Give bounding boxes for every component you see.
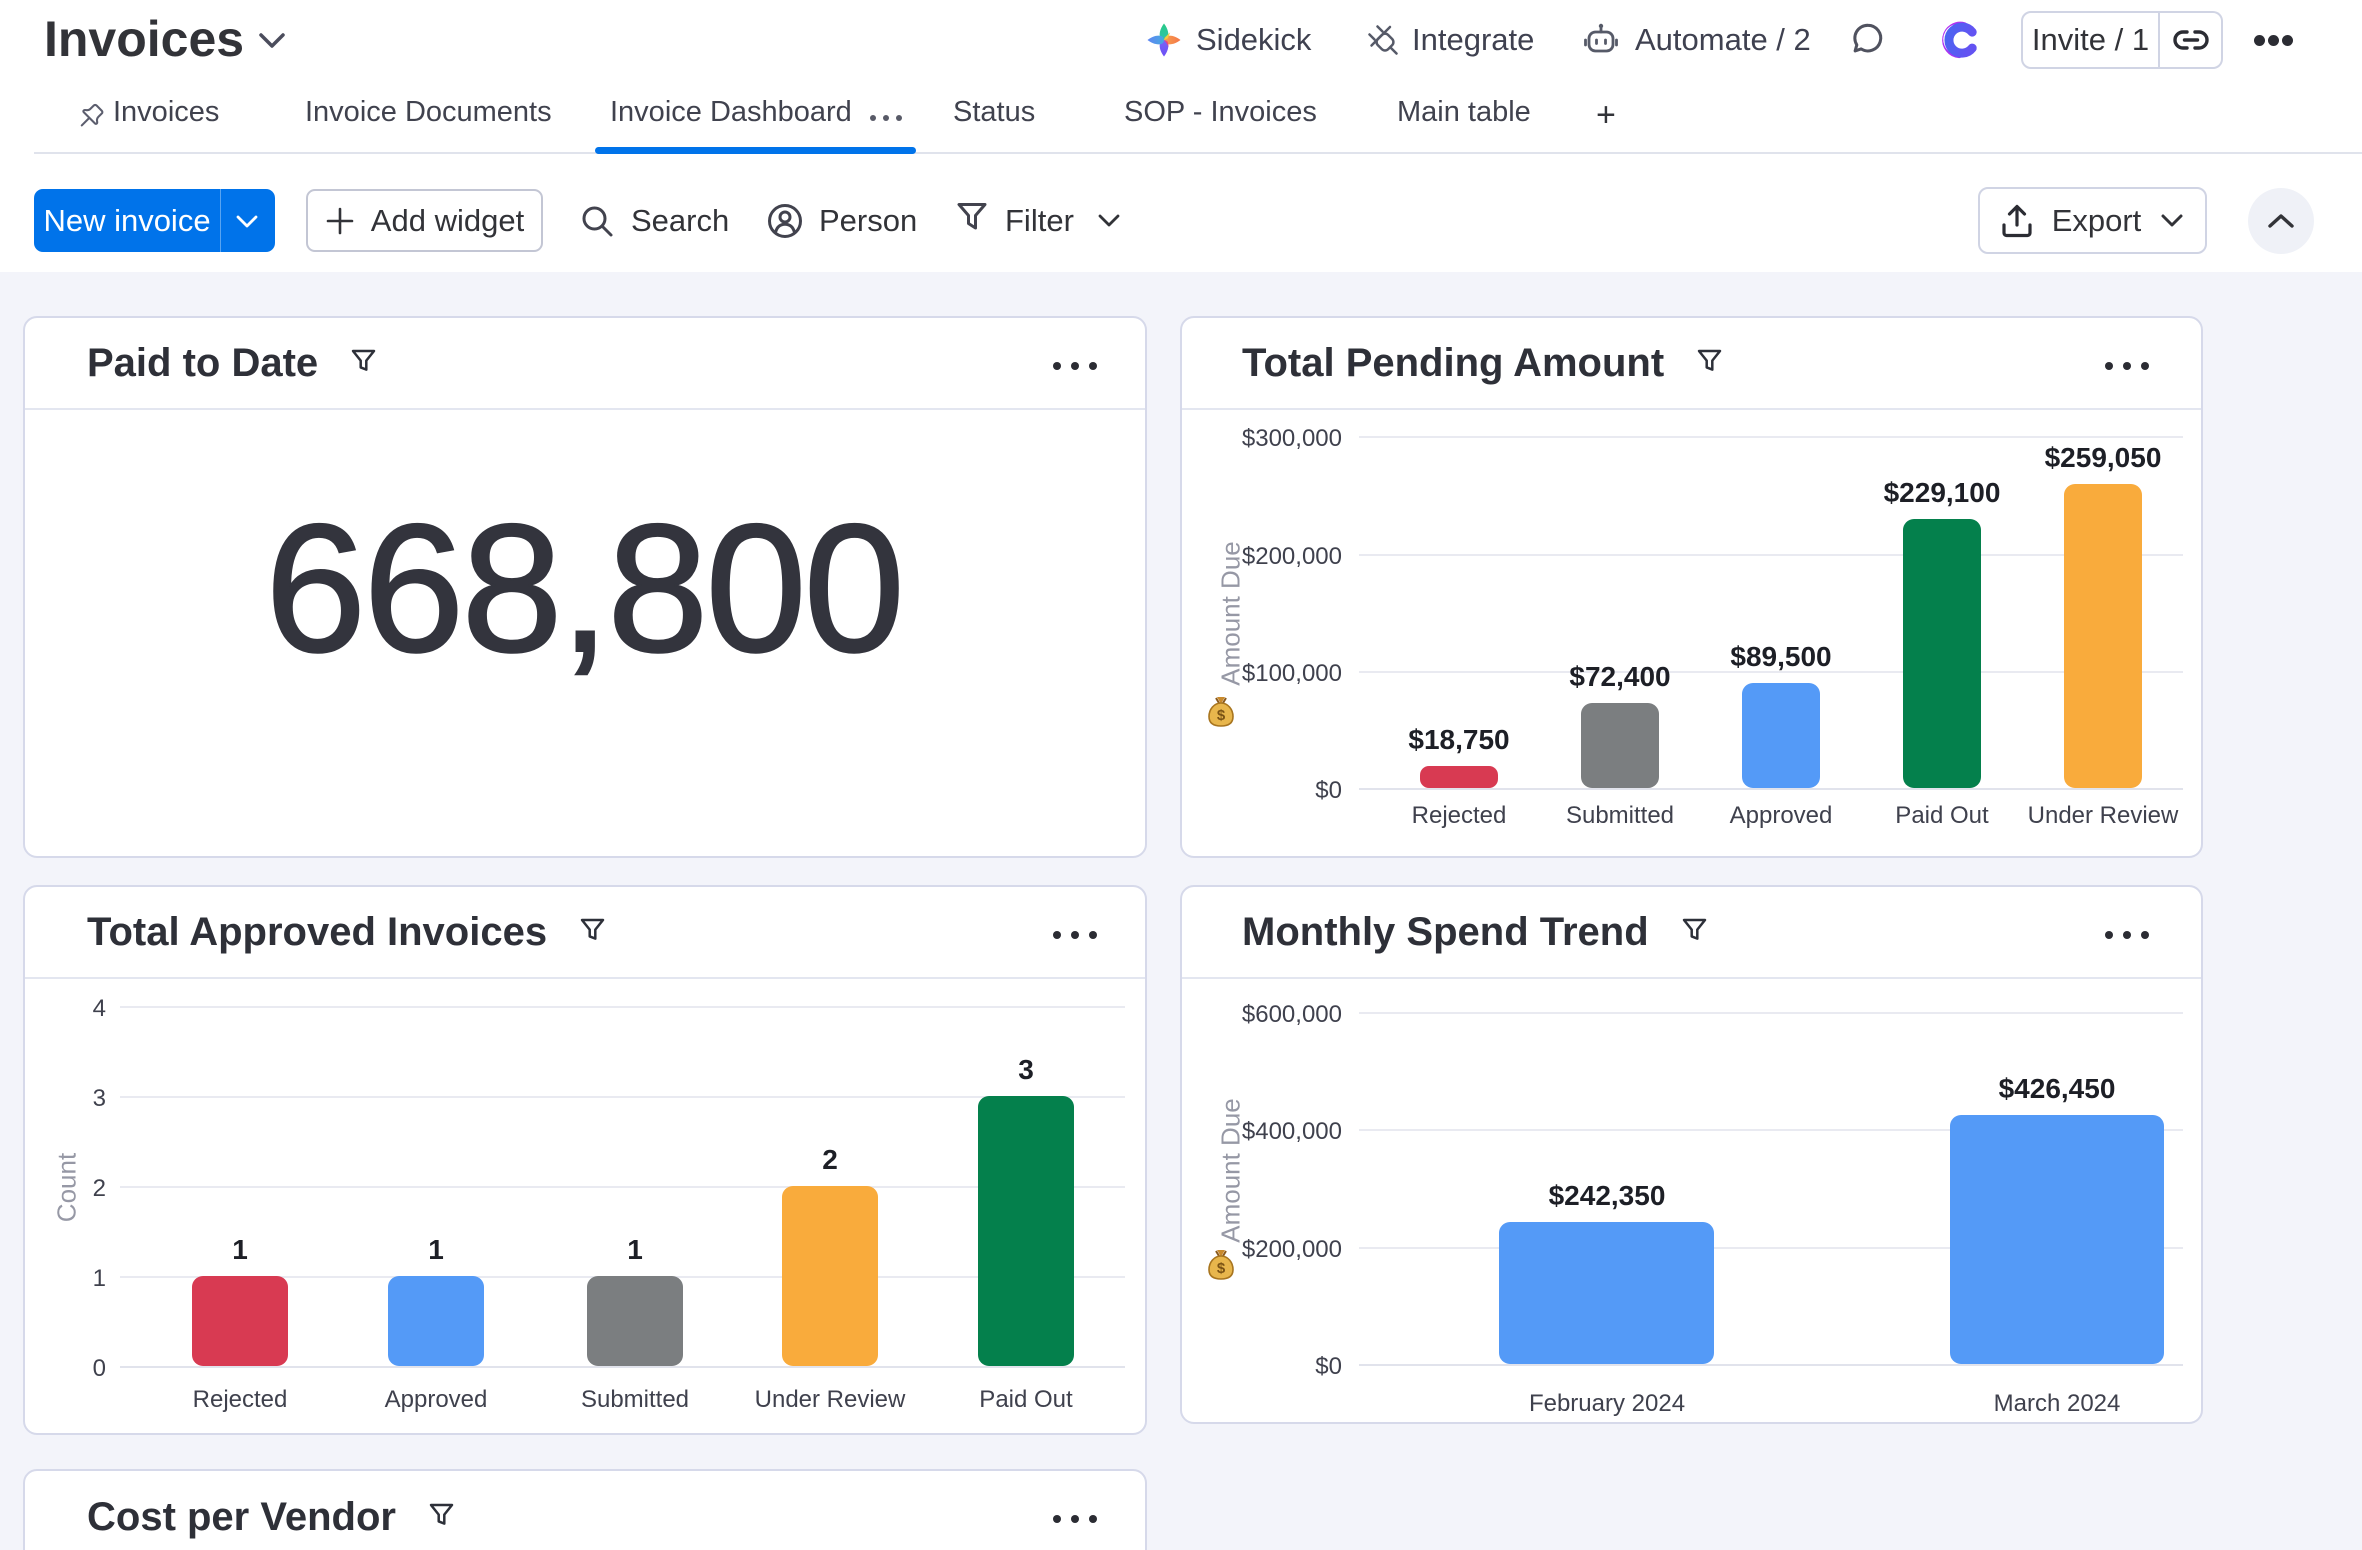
svg-text:$: $ bbox=[1217, 1260, 1226, 1277]
svg-text:$: $ bbox=[1217, 707, 1226, 724]
